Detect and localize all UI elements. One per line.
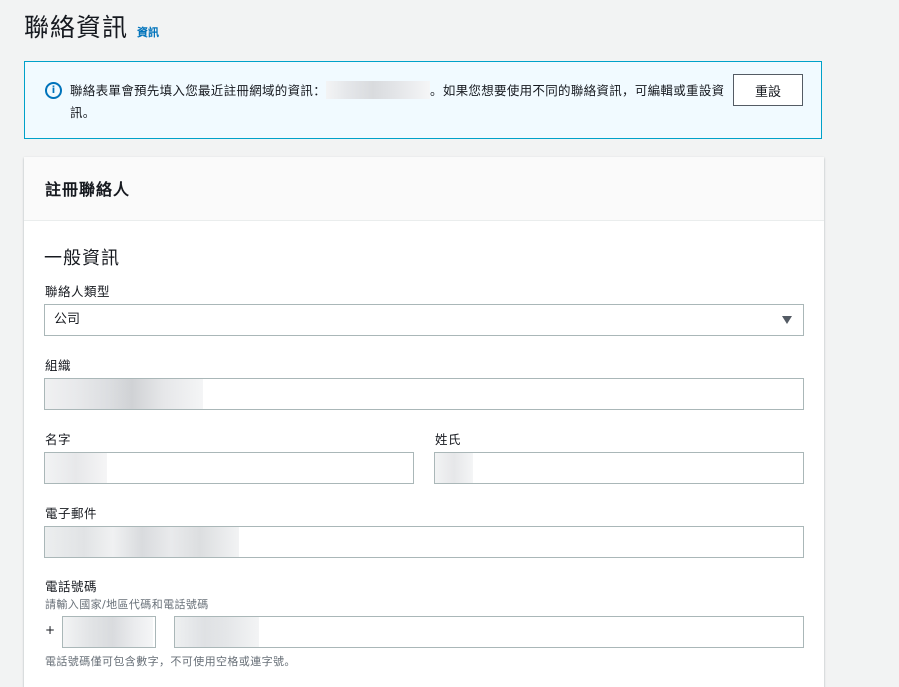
- info-icon: i: [45, 82, 62, 99]
- last-name-input[interactable]: [434, 452, 804, 484]
- redacted-last-name: [435, 453, 473, 483]
- email-input[interactable]: [44, 526, 804, 558]
- info-link[interactable]: 資訊: [137, 24, 159, 40]
- organization-label: 組織: [45, 358, 72, 373]
- general-info-heading: 一般資訊: [44, 248, 120, 269]
- phone-number-input[interactable]: [174, 616, 804, 648]
- redacted-email: [45, 527, 239, 557]
- email-label: 電子郵件: [45, 506, 98, 521]
- phone-format-hint: 電話號碼僅可包含數字，不可使用空格或連字號。: [45, 655, 296, 668]
- caret-down-icon: [782, 316, 792, 324]
- first-name-input[interactable]: [44, 452, 414, 484]
- phone-plus-sign: +: [45, 623, 56, 637]
- contact-type-label: 聯絡人類型: [45, 284, 111, 299]
- panel-title: 註冊聯絡人: [24, 157, 824, 221]
- phone-description: 請輸入國家/地區代碼和電話號碼: [45, 598, 209, 611]
- redacted-first-name: [45, 453, 107, 483]
- page-title: 聯絡資訊: [24, 13, 129, 42]
- last-name-label: 姓氏: [435, 432, 462, 447]
- contact-info-page: 聯絡資訊 資訊 i 聯絡表單會預先填入您最近註冊網域的資訊： 。如果您想要使用不同…: [0, 0, 899, 687]
- first-name-label: 名字: [45, 432, 72, 447]
- contact-type-value: 公司: [54, 312, 81, 327]
- page-header: 聯絡資訊 資訊: [24, 8, 159, 44]
- redacted-phone-number: [175, 617, 259, 647]
- prefill-info-alert: i 聯絡表單會預先填入您最近註冊網域的資訊： 。如果您想要使用不同的聯絡資訊，可編…: [24, 61, 822, 139]
- reset-button[interactable]: 重設: [733, 74, 803, 106]
- alert-text-before: 聯絡表單會預先填入您最近註冊網域的資訊：: [70, 83, 327, 98]
- phone-country-code-input[interactable]: [62, 616, 156, 648]
- phone-label: 電話號碼: [45, 579, 98, 594]
- redacted-domain: [326, 81, 431, 99]
- organization-input[interactable]: [44, 378, 804, 410]
- redacted-country-code: [63, 617, 153, 647]
- alert-message: 聯絡表單會預先填入您最近註冊網域的資訊： 。如果您想要使用不同的聯絡資訊，可編輯或…: [70, 80, 730, 124]
- registrant-contact-panel: 註冊聯絡人 一般資訊 聯絡人類型 公司 組織 名字 姓氏 電子郵件 電話號碼 請…: [24, 157, 824, 687]
- contact-type-select[interactable]: 公司: [44, 304, 804, 336]
- redacted-organization: [45, 379, 203, 409]
